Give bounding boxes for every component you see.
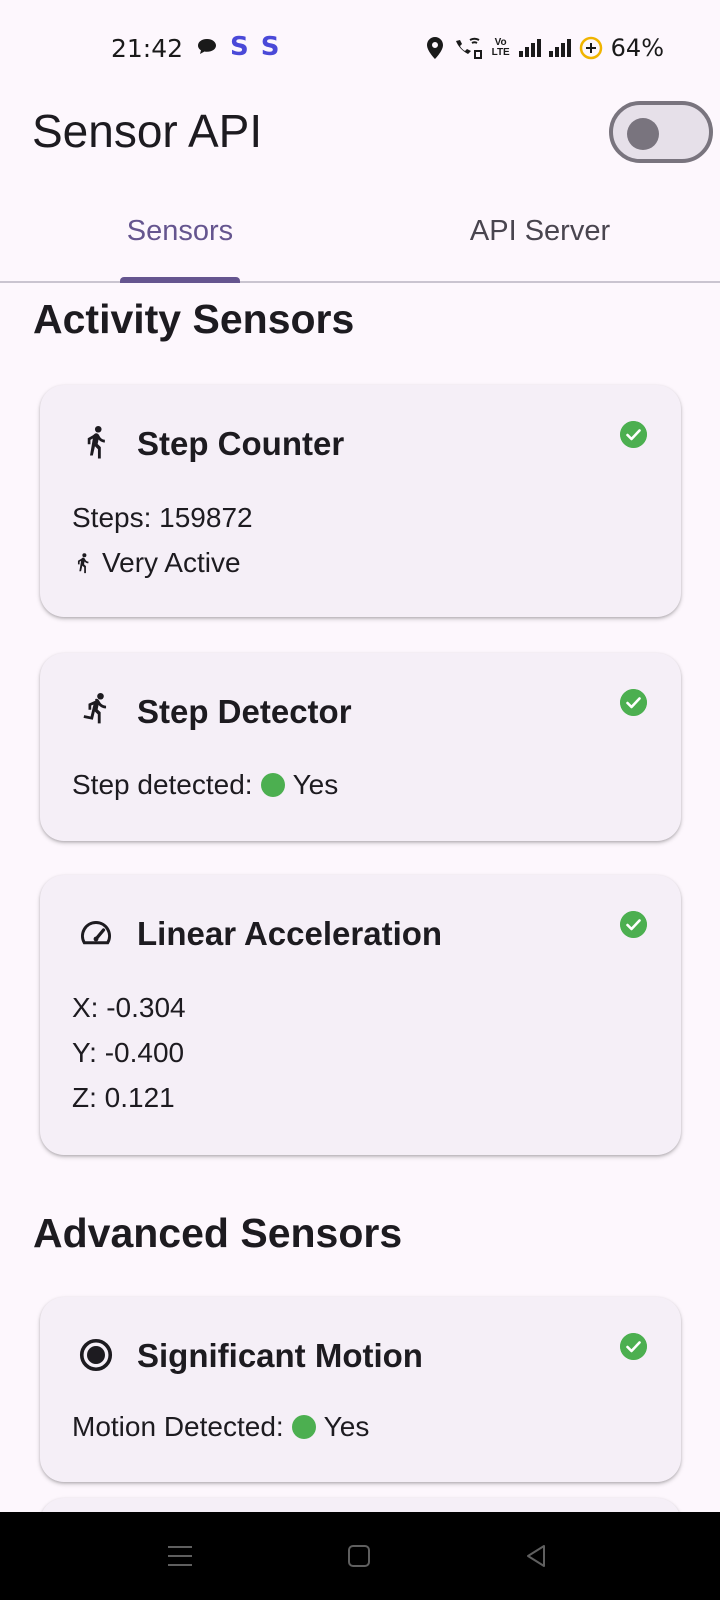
- screen: 21:42 S S Vo LTE 64% Sensor API Sensors …: [0, 0, 720, 1600]
- step-detected-row: Step detected: Yes: [72, 769, 338, 801]
- linear-acceleration-card[interactable]: Linear Acceleration X: -0.304 Y: -0.400 …: [40, 875, 681, 1155]
- walk-icon: [87, 425, 105, 459]
- server-toggle[interactable]: [609, 101, 713, 163]
- check-circle-icon: [620, 421, 647, 448]
- step-detected-label: Step detected:: [72, 769, 253, 800]
- check-circle-icon: [620, 911, 647, 938]
- card-title: Significant Motion: [137, 1337, 423, 1374]
- section-title-activity: Activity Sensors: [33, 296, 355, 342]
- step-detector-card[interactable]: Step Detector Step detected: Yes: [40, 653, 681, 841]
- wifi-call-icon: [455, 37, 482, 59]
- s-app-icon: S: [230, 32, 249, 62]
- walk-icon: [77, 553, 89, 574]
- section-title-advanced: Advanced Sensors: [33, 1210, 403, 1256]
- step-detected-value: Yes: [292, 769, 339, 800]
- battery-saver-icon: [579, 36, 602, 60]
- status-time: 21:42: [111, 34, 184, 63]
- tab-sensors[interactable]: Sensors: [0, 195, 360, 281]
- location-icon: [426, 37, 443, 59]
- status-dot-icon: [260, 773, 285, 797]
- card-title: Step Counter: [137, 425, 345, 462]
- tab-api-server[interactable]: API Server: [360, 195, 720, 281]
- battery-percentage: 64%: [610, 34, 664, 62]
- motion-detected-value: Yes: [323, 1411, 370, 1442]
- system-icons: Vo LTE 64%: [425, 34, 664, 62]
- check-circle-icon: [620, 1333, 647, 1360]
- accel-x: X: -0.304: [72, 992, 186, 1023]
- speedometer-icon: [81, 920, 111, 945]
- step-counter-card[interactable]: Step Counter Steps: 159872 Very Active: [40, 385, 681, 617]
- home-icon[interactable]: [347, 1544, 371, 1568]
- back-icon[interactable]: [524, 1544, 548, 1568]
- record-icon: [79, 1338, 113, 1372]
- tab-indicator: [120, 277, 240, 283]
- status-bar: 21:42 S S Vo LTE 64%: [0, 0, 720, 96]
- card-title: Linear Acceleration: [137, 915, 443, 952]
- run-icon: [83, 692, 107, 724]
- activity-level: Very Active: [72, 547, 241, 579]
- toggle-knob: [627, 118, 659, 150]
- significant-motion-card[interactable]: Significant Motion Motion Detected: Yes: [40, 1297, 681, 1482]
- menu-icon[interactable]: [167, 1544, 193, 1568]
- accel-z: Z: 0.121: [72, 1082, 175, 1113]
- status-dot-icon: [291, 1415, 316, 1439]
- s-app-icon: S: [260, 32, 280, 62]
- notification-icons: S S: [196, 34, 279, 60]
- card-title: Step Detector: [137, 693, 352, 730]
- motion-detected-row: Motion Detected: Yes: [72, 1411, 369, 1443]
- steps-value: Steps: 159872: [72, 502, 253, 533]
- signal-icon: [518, 39, 541, 57]
- volte-icon: Vo LTE: [491, 37, 510, 58]
- activity-label: Very Active: [102, 547, 241, 578]
- accel-y: Y: -0.400: [72, 1037, 185, 1068]
- chat-bubble-icon: [198, 39, 216, 54]
- system-nav-bar: [0, 1512, 720, 1600]
- tab-bar: Sensors API Server: [0, 195, 720, 283]
- check-circle-icon: [620, 689, 647, 716]
- motion-detected-label: Motion Detected:: [72, 1411, 284, 1442]
- signal-icon: [548, 39, 571, 57]
- app-title: Sensor API: [32, 105, 263, 157]
